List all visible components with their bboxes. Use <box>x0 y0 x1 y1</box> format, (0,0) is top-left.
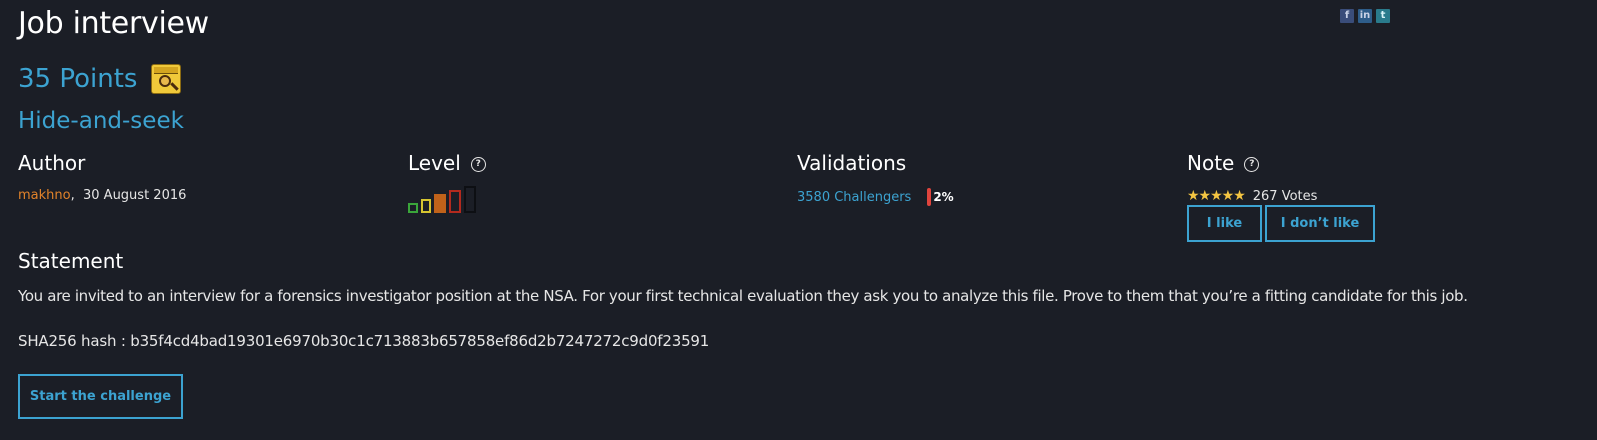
validations-section: Validations 3580 Challengers 2% <box>797 151 954 206</box>
share-links: f in t <box>1340 9 1390 23</box>
forensics-magnifier-icon <box>151 64 182 94</box>
author-section: Author makhno, 30 August 2016 <box>18 151 186 203</box>
challenge-category[interactable]: Hide-and-seek <box>18 108 184 134</box>
validations-heading: Validations <box>797 151 907 175</box>
statement-text: You are invited to an interview for a fo… <box>18 287 1468 305</box>
author-line: makhno, 30 August 2016 <box>18 188 186 203</box>
twitter-icon[interactable]: t <box>1376 9 1390 23</box>
challenge-points: 35 Points <box>18 64 138 94</box>
like-button[interactable]: I like <box>1187 205 1262 242</box>
file-hash: SHA256 hash : b35f4cd4bad19301e6970b30c1… <box>18 332 710 350</box>
dislike-button[interactable]: I don’t like <box>1265 205 1375 242</box>
note-heading: Note <box>1187 151 1235 175</box>
level-bar-5 <box>464 186 476 213</box>
help-icon[interactable]: ? <box>1244 157 1260 172</box>
level-bar-4 <box>449 190 461 213</box>
author-heading: Author <box>18 151 86 175</box>
linkedin-icon[interactable]: in <box>1358 9 1372 23</box>
start-challenge-button[interactable]: Start the challenge <box>18 374 183 419</box>
level-bar-3 <box>434 194 446 213</box>
points-row: 35 Points <box>18 64 182 94</box>
author-separator: , <box>70 188 75 203</box>
challengers-link[interactable]: 3580 Challengers <box>797 190 911 205</box>
facebook-icon[interactable]: f <box>1340 9 1354 23</box>
statement-heading: Statement <box>18 249 124 273</box>
level-bar-2 <box>421 199 431 213</box>
validation-rate: 2% <box>933 190 954 204</box>
level-heading: Level <box>408 151 461 175</box>
validation-rate-bar <box>927 188 932 206</box>
author-date: 30 August 2016 <box>83 188 187 203</box>
note-section: Note ? ★★★★★ 267 Votes I like I don’t li… <box>1187 151 1375 242</box>
author-link[interactable]: makhno <box>18 188 71 203</box>
star-rating: ★★★★★ <box>1187 188 1246 204</box>
difficulty-level-indicator <box>408 185 486 213</box>
vote-count: 267 Votes <box>1252 188 1318 204</box>
help-icon[interactable]: ? <box>470 157 486 172</box>
page-title: Job interview <box>18 6 209 41</box>
level-bar-1 <box>408 203 418 213</box>
level-section: Level ? <box>408 151 486 213</box>
